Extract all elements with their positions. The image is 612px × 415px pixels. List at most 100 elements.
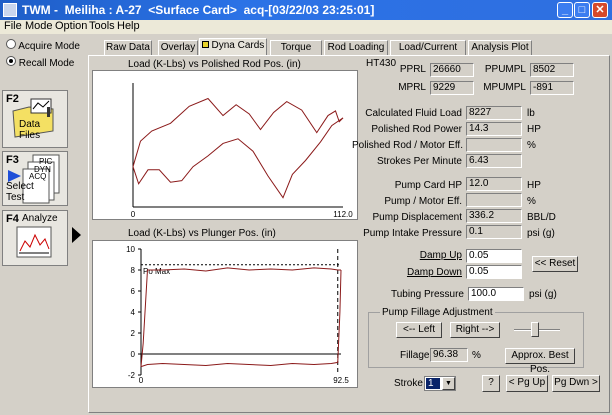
x-tick-label: 112.0: [333, 210, 353, 219]
page-up-button[interactable]: < Pg Up: [506, 375, 548, 392]
metric-label: Calculated Fluid Load: [365, 108, 462, 119]
metric-label: Strokes Per Minute: [376, 156, 462, 167]
title-bar: TWM - Meiliha : A-27 <Surface Card> acq-…: [0, 0, 612, 20]
metric-label: Pump / Motor Eff.: [384, 196, 462, 207]
metric-unit: BBL/D: [527, 212, 556, 223]
help-button[interactable]: ?: [482, 375, 500, 392]
tab-rod-loading[interactable]: Rod Loading: [324, 40, 388, 55]
fillage-right-button[interactable]: Right -->: [450, 322, 500, 338]
tab-flag-icon: [201, 41, 209, 48]
chevron-down-icon[interactable]: ▼: [442, 377, 455, 390]
tab-overlay[interactable]: Overlay: [158, 40, 198, 55]
fillage-unit: %: [472, 350, 481, 361]
slider-thumb[interactable]: [531, 322, 540, 337]
window-title: TWM - Meiliha : A-27 <Surface Card> acq-…: [22, 3, 375, 17]
tubing-pressure-unit: psi (g): [529, 289, 557, 300]
close-button[interactable]: ✕: [592, 2, 608, 18]
page-down-button[interactable]: Pg Dwn >: [552, 375, 600, 392]
tab-load-current[interactable]: Load/Current: [390, 40, 466, 55]
x-tick-label: 0: [139, 376, 144, 385]
metric-unit: HP: [527, 124, 541, 135]
metric-label: Pump Displacement: [372, 212, 462, 223]
reset-button[interactable]: << Reset: [532, 256, 578, 272]
metric-unit: lb: [527, 108, 535, 119]
menu-mode[interactable]: Mode: [25, 20, 53, 32]
metric-value: [466, 193, 522, 207]
bottom-chart-title: Load (K-Lbs) vs Plunger Pos. (in): [128, 228, 276, 239]
metric-value: 12.0: [466, 177, 522, 191]
radio-selected-icon: [6, 56, 16, 66]
bottom-chart-panel: 10 8 6 4 2 0 -2 0 92.5 Po Max: [92, 240, 358, 388]
pprl-label: PPRL: [399, 64, 426, 75]
stroke-select[interactable]: 1 ▼: [424, 376, 456, 391]
ppumpl-label: PPUMPL: [484, 64, 526, 75]
mpumpl-label: MPUMPL: [483, 82, 526, 93]
metric-value: [466, 138, 522, 152]
y-tick-label: 2: [131, 329, 136, 338]
damp-down-input[interactable]: 0.05: [466, 265, 522, 279]
maximize-button[interactable]: □: [574, 2, 590, 18]
menu-file[interactable]: File: [4, 20, 22, 32]
x-tick-label: 92.5: [333, 376, 349, 385]
metric-unit: psi (g): [527, 228, 555, 239]
card-series-line: [132, 117, 344, 199]
arrow-right-icon: [72, 227, 81, 243]
left-panel: Acquire Mode Recall Mode F2 Data Files F…: [0, 34, 86, 415]
ppumpl-value: 8502: [530, 63, 574, 77]
menu-help[interactable]: Help: [117, 20, 140, 32]
fillage-left-button[interactable]: <-- Left: [396, 322, 442, 338]
y-tick-label: 0: [131, 350, 136, 359]
fillage-group-title: Pump Fillage Adjustment: [380, 307, 495, 318]
y-tick-label: -2: [128, 371, 136, 380]
y-tick-label: 10: [126, 245, 135, 254]
mpumpl-value: -891: [530, 81, 574, 95]
metric-unit: HP: [527, 180, 541, 191]
pprl-value: 26660: [430, 63, 474, 77]
tab-analysis-plot[interactable]: Analysis Plot: [468, 40, 532, 55]
approx-best-pos-button[interactable]: Approx. Best Pos.: [505, 348, 575, 375]
analyze-button[interactable]: F4 Analyze: [2, 210, 68, 266]
analyze-chart-icon: [16, 226, 52, 258]
metric-label: Polished Rod / Motor Eff.: [352, 140, 463, 151]
app-icon: [3, 3, 17, 17]
tab-dyna-cards[interactable]: Dyna Cards: [199, 38, 267, 55]
metric-label: Pump Intake Pressure: [363, 228, 462, 239]
acquire-mode-radio[interactable]: Acquire Mode: [6, 39, 80, 52]
menu-option[interactable]: Option: [55, 20, 87, 32]
metric-unit: %: [527, 196, 536, 207]
mprl-label: MPRL: [398, 82, 426, 93]
pump-card-series-line: [140, 267, 341, 367]
y-tick-label: 6: [131, 287, 136, 296]
top-chart-title: Load (K-Lbs) vs Polished Rod Pos. (in): [128, 59, 301, 70]
fillage-value: 96.38: [430, 348, 468, 362]
damp-up-input[interactable]: 0.05: [466, 249, 522, 263]
data-files-button[interactable]: F2 Data Files: [2, 90, 68, 148]
pump-card-series-line: [140, 269, 342, 368]
stroke-select-value: 1: [426, 378, 440, 389]
tubing-pressure-label: Tubing Pressure: [391, 289, 464, 300]
select-test-button[interactable]: F3 PIC DYN ACQ Select Test: [2, 151, 68, 206]
metric-value: 8227: [466, 106, 522, 120]
menu-tools[interactable]: Tools: [89, 20, 115, 32]
metric-value: 14.3: [466, 122, 522, 136]
menu-bar: File Mode Option Tools Help: [0, 20, 612, 34]
mprl-value: 9229: [430, 81, 474, 95]
tab-raw-data[interactable]: Raw Data: [104, 40, 152, 55]
recall-mode-radio[interactable]: Recall Mode: [6, 56, 74, 69]
tubing-pressure-input[interactable]: 100.0: [468, 287, 524, 301]
top-chart-panel: 0 112.0: [92, 70, 358, 220]
metric-value: 6.43: [466, 154, 522, 168]
x-tick-label: 0: [131, 210, 136, 219]
card-series-line: [132, 97, 344, 167]
fillage-slider[interactable]: [514, 320, 560, 340]
fillage-label: Fillage: [400, 350, 430, 361]
stroke-label: Stroke: [394, 378, 423, 389]
tab-torque[interactable]: Torque: [270, 40, 322, 55]
y-tick-label: 8: [131, 266, 136, 275]
bottom-chart-svg: 1086420-20 92.5Po Max: [126, 245, 349, 385]
metric-label: Pump Card HP: [394, 180, 462, 191]
metric-unit: %: [527, 140, 536, 151]
minimize-button[interactable]: _: [557, 2, 573, 18]
metric-value: 0.1: [466, 225, 522, 239]
radio-icon: [6, 39, 16, 49]
